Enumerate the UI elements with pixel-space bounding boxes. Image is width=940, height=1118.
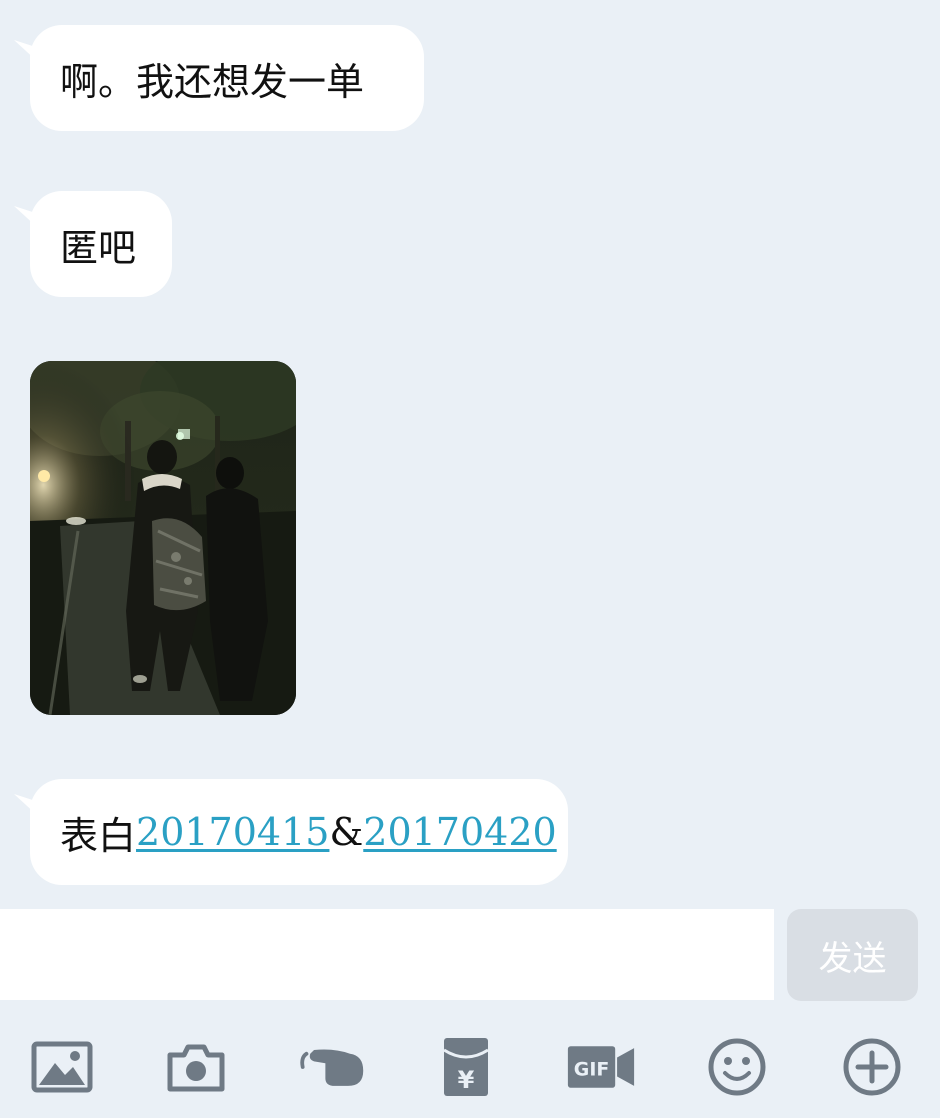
message-text: 啊。我还想发一单 xyxy=(60,59,365,104)
night-walk-photo xyxy=(30,361,296,715)
message-bubble[interactable]: 表白 20170415 & 20170420 xyxy=(30,779,568,885)
date-link[interactable]: 20170415 xyxy=(136,810,329,854)
message-text: 匿吧 xyxy=(60,225,137,270)
svg-text:¥: ¥ xyxy=(458,1066,475,1094)
emoji-icon[interactable] xyxy=(702,1032,772,1102)
camera-icon[interactable] xyxy=(161,1032,231,1102)
svg-text:GIF: GIF xyxy=(574,1059,609,1081)
send-button[interactable]: 发送 xyxy=(787,909,918,1001)
message-photo[interactable] xyxy=(30,361,296,715)
picture-icon[interactable] xyxy=(27,1032,97,1102)
red-packet-icon[interactable]: ¥ xyxy=(431,1032,501,1102)
date-link[interactable]: 20170420 xyxy=(363,810,556,854)
separator: & xyxy=(329,810,364,854)
message-prefix: 表白 xyxy=(60,813,137,858)
message-bubble[interactable]: 匿吧 xyxy=(30,191,172,297)
input-toolbar: ¥ GIF xyxy=(0,1010,940,1118)
plus-icon[interactable] xyxy=(837,1032,907,1102)
message-bubble[interactable]: 啊。我还想发一单 xyxy=(30,25,424,131)
message-input[interactable] xyxy=(0,909,774,1000)
poke-hand-icon[interactable] xyxy=(297,1032,367,1102)
gif-icon[interactable]: GIF xyxy=(566,1032,636,1102)
